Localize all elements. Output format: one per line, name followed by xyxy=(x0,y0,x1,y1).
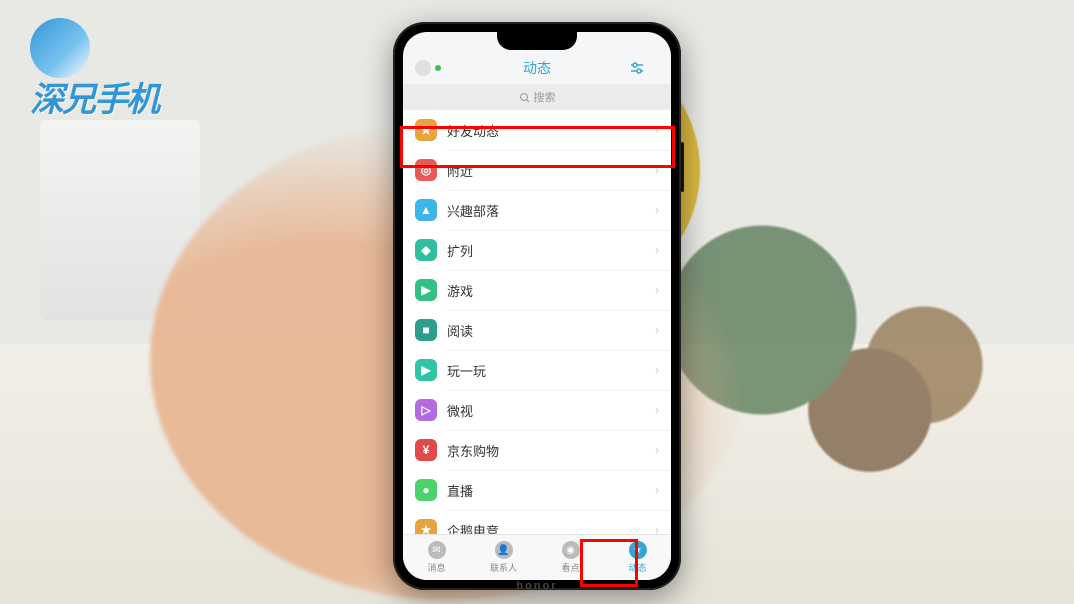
menu-row-1[interactable]: ◎ 附近› xyxy=(403,150,671,190)
tab-label: 动态 xyxy=(628,561,646,574)
menu-row-label: 京东购物 xyxy=(447,441,655,460)
chevron-right-icon: › xyxy=(655,323,659,337)
menu-row-icon: ¥ xyxy=(415,439,437,461)
menu-row-icon: ◆ xyxy=(415,239,437,261)
menu-row-icon: ▷ xyxy=(415,399,437,421)
chevron-right-icon: › xyxy=(655,523,659,534)
menu-row-icon: ▶ xyxy=(415,279,437,301)
tab-2[interactable]: ◉ 看点 xyxy=(537,535,604,580)
avatar-icon xyxy=(415,60,431,76)
watermark-logo-icon xyxy=(30,18,90,78)
menu-row-label: 阅读 xyxy=(447,321,655,340)
chevron-right-icon: › xyxy=(655,163,659,177)
menu-row-5[interactable]: ■ 阅读› xyxy=(403,310,671,350)
menu-row-icon: ★ xyxy=(415,119,437,141)
menu-row-icon: ▲ xyxy=(415,199,437,221)
chevron-right-icon: › xyxy=(655,363,659,377)
phone-device: 动态 搜索 ★好友动态›◎附近›▲兴趣部落›◆扩列›▶游戏›■阅读›▶玩一玩›▷… xyxy=(393,22,681,590)
menu-list: ★好友动态›◎附近›▲兴趣部落›◆扩列›▶游戏›■阅读›▶玩一玩›▷微视›¥京东… xyxy=(403,110,671,534)
tab-label: 看点 xyxy=(561,561,579,574)
phone-side-button xyxy=(681,142,684,192)
menu-row-9[interactable]: ● 直播› xyxy=(403,470,671,510)
search-placeholder: 搜索 xyxy=(534,89,556,105)
online-status-icon xyxy=(435,65,441,71)
menu-row-0[interactable]: ★ 好友动态› xyxy=(403,110,671,150)
phone-screen: 动态 搜索 ★好友动态›◎附近›▲兴趣部落›◆扩列›▶游戏›■阅读›▶玩一玩›▷… xyxy=(403,32,671,580)
menu-row-icon: ◎ xyxy=(415,159,437,181)
menu-row-8[interactable]: ¥ 京东购物› xyxy=(403,430,671,470)
sliders-icon xyxy=(629,60,659,76)
chevron-right-icon: › xyxy=(655,243,659,257)
chevron-right-icon: › xyxy=(655,403,659,417)
tab-label: 消息 xyxy=(427,561,445,574)
menu-row-label: 企鹅电竞 xyxy=(447,521,655,535)
tab-1[interactable]: 👤 联系人 xyxy=(470,535,537,580)
menu-row-label: 附近 xyxy=(447,161,655,180)
search-icon xyxy=(519,92,530,103)
menu-row-icon: ▶ xyxy=(415,359,437,381)
menu-row-3[interactable]: ◆ 扩列› xyxy=(403,230,671,270)
tab-3[interactable]: ★ 动态 xyxy=(604,535,671,580)
menu-row-label: 扩列 xyxy=(447,241,655,260)
menu-row-2[interactable]: ▲ 兴趣部落› xyxy=(403,190,671,230)
header-avatar-button[interactable] xyxy=(415,60,445,76)
watermark: 深兄手机 xyxy=(30,18,158,121)
header-settings-button[interactable] xyxy=(629,60,659,76)
phone-brand-label: honor xyxy=(516,580,557,592)
menu-row-label: 游戏 xyxy=(447,281,655,300)
menu-row-icon: ● xyxy=(415,479,437,501)
chevron-right-icon: › xyxy=(655,123,659,137)
menu-row-label: 玩一玩 xyxy=(447,361,655,380)
menu-row-label: 好友动态 xyxy=(447,121,655,140)
menu-row-4[interactable]: ▶ 游戏› xyxy=(403,270,671,310)
menu-row-label: 微视 xyxy=(447,401,655,420)
menu-row-icon: ■ xyxy=(415,319,437,341)
tab-icon: ✉ xyxy=(428,541,446,559)
tab-0[interactable]: ✉ 消息 xyxy=(403,535,470,580)
tab-label: 联系人 xyxy=(490,561,517,574)
chevron-right-icon: › xyxy=(655,283,659,297)
chevron-right-icon: › xyxy=(655,203,659,217)
app-header: 动态 xyxy=(403,52,671,84)
tab-icon: 👤 xyxy=(495,541,513,559)
chevron-right-icon: › xyxy=(655,483,659,497)
menu-row-label: 兴趣部落 xyxy=(447,201,655,220)
tab-icon: ★ xyxy=(629,541,647,559)
header-title: 动态 xyxy=(445,58,629,78)
phone-notch xyxy=(497,32,577,50)
chevron-right-icon: › xyxy=(655,443,659,457)
menu-row-7[interactable]: ▷ 微视› xyxy=(403,390,671,430)
watermark-text: 深兄手机 xyxy=(30,81,158,119)
tab-bar: ✉ 消息 👤 联系人 ◉ 看点 ★ 动态 xyxy=(403,534,671,580)
menu-row-10[interactable]: ★ 企鹅电竞› xyxy=(403,510,671,534)
search-bar[interactable]: 搜索 xyxy=(403,84,671,110)
tab-icon: ◉ xyxy=(562,541,580,559)
menu-row-icon: ★ xyxy=(415,519,437,534)
menu-row-label: 直播 xyxy=(447,481,655,500)
menu-row-6[interactable]: ▶ 玩一玩› xyxy=(403,350,671,390)
